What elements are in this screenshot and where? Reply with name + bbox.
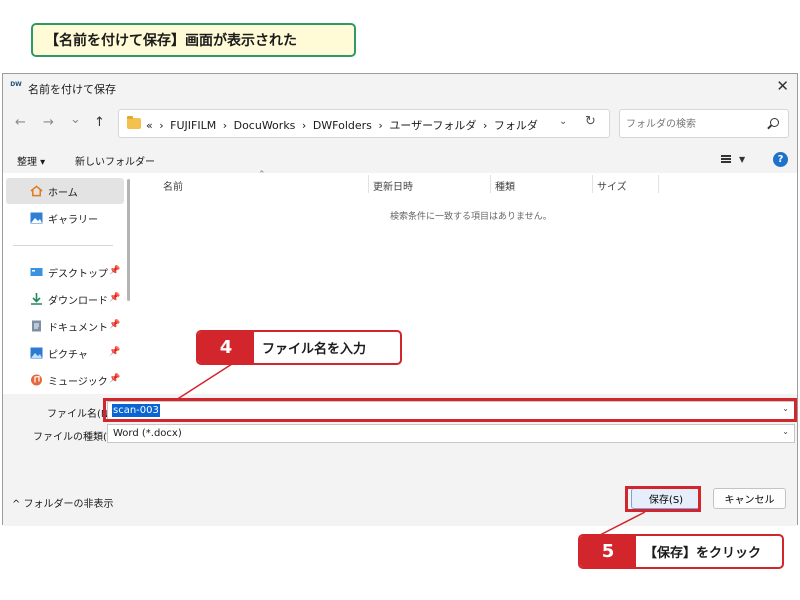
column-header-type[interactable]: 種類	[495, 178, 515, 193]
address-path[interactable]: « › FUJIFILM › DocuWorks › DWFolders › ユ…	[146, 117, 538, 133]
save-button[interactable]: 保存(S)	[631, 488, 701, 509]
column-divider[interactable]	[592, 175, 593, 193]
sidebar-item-label: ダウンロード	[48, 296, 108, 307]
column-header-modified[interactable]: 更新日時	[373, 178, 413, 193]
filename-dropdown-icon[interactable]: ⌄	[782, 404, 789, 413]
column-header-size[interactable]: サイズ	[597, 178, 627, 193]
breadcrumb-sep: ›	[378, 119, 383, 132]
gallery-icon	[30, 212, 43, 224]
search-icon[interactable]	[770, 118, 779, 127]
document-icon	[32, 320, 41, 332]
save-as-dialog: DW 名前を付けて保存 ✕ ← → ⌄ ↑ « › FUJIFILM › Doc…	[2, 73, 798, 526]
save-options-panel: ファイル名(N): scan-003 ⌄ ファイルの種類(T): Word (*…	[3, 394, 797, 526]
column-divider[interactable]	[490, 175, 491, 193]
folder-search-box[interactable]	[619, 109, 789, 138]
filetype-dropdown-icon[interactable]: ⌄	[782, 427, 789, 436]
music-icon	[31, 374, 42, 386]
column-header-name[interactable]: 名前	[163, 178, 183, 193]
new-folder-button[interactable]: 新しいフォルダー	[75, 153, 155, 168]
view-dropdown-icon[interactable]: ▼	[739, 155, 745, 164]
step-number: 4	[198, 332, 254, 363]
breadcrumb-sep: ›	[301, 119, 307, 132]
pin-icon[interactable]: 📌	[109, 293, 120, 303]
filetype-select[interactable]: Word (*.docx) ⌄	[107, 424, 795, 443]
filename-label: ファイル名(N):	[47, 409, 116, 420]
pin-icon[interactable]: 📌	[109, 320, 120, 330]
navigation-bar: ← → ⌄ ↑ « › FUJIFILM › DocuWorks › DWFol…	[3, 102, 797, 144]
sidebar-item-desktop[interactable]: デスクトップ 📌	[3, 259, 121, 285]
sort-ascending-icon: ⌃	[258, 170, 266, 180]
pin-icon[interactable]: 📌	[109, 266, 120, 276]
breadcrumb-fujifilm[interactable]: FUJIFILM	[170, 119, 216, 132]
step-text: ファイル名を入力	[262, 342, 367, 357]
breadcrumb-sep: ›	[222, 119, 228, 132]
breadcrumb-dwfolders[interactable]: DWFolders	[313, 119, 372, 132]
instruction-caption: 【名前を付けて保存】画面が表示された	[31, 23, 356, 57]
hide-folders-toggle[interactable]: ^ フォルダーの非表示	[12, 495, 114, 510]
sidebar-item-music[interactable]: ミュージック 📌	[3, 367, 121, 393]
desktop-icon	[30, 268, 43, 276]
step-text: 【保存】をクリック	[644, 546, 762, 561]
address-overflow[interactable]: «	[146, 119, 153, 132]
breadcrumb-user-folder[interactable]: ユーザーフォルダ	[389, 119, 476, 132]
filename-input-value[interactable]: scan-003	[112, 404, 160, 417]
filetype-value: Word (*.docx)	[113, 428, 182, 439]
address-dropdown-icon[interactable]: ⌄	[559, 116, 567, 127]
sidebar-item-label: ミュージック	[48, 377, 108, 388]
sidebar-item-label: デスクトップ	[48, 269, 108, 280]
pin-icon[interactable]: 📌	[109, 347, 120, 357]
picture-icon	[30, 347, 43, 359]
sidebar-item-label: ドキュメント	[48, 323, 108, 334]
breadcrumb-sep: ›	[159, 119, 164, 132]
sidebar-item-downloads[interactable]: ダウンロード 📌	[3, 286, 121, 312]
download-icon	[31, 293, 42, 305]
back-arrow-icon[interactable]: ←	[15, 115, 26, 130]
forward-arrow-icon[interactable]: →	[43, 115, 54, 130]
view-options-icon[interactable]	[721, 155, 731, 163]
recent-locations-chevron-icon[interactable]: ⌄	[70, 112, 81, 127]
step-5-callout: 5 【保存】をクリック	[578, 534, 784, 569]
column-divider[interactable]	[368, 175, 369, 193]
folder-icon	[127, 116, 141, 129]
sidebar-divider	[13, 245, 113, 246]
cancel-button[interactable]: キャンセル	[713, 488, 786, 509]
docuworks-app-icon: DW	[10, 81, 22, 88]
title-bar: DW 名前を付けて保存 ✕	[3, 74, 797, 102]
organize-menu[interactable]: 整理 ▾	[17, 153, 45, 168]
dialog-title: 名前を付けて保存	[28, 83, 116, 96]
filename-field[interactable]: scan-003 ⌄	[107, 401, 795, 420]
help-icon[interactable]: ?	[773, 152, 788, 167]
sidebar-item-label: ギャラリー	[48, 215, 98, 226]
sidebar-item-documents[interactable]: ドキュメント 📌	[3, 313, 121, 339]
navigation-pane: ホーム ギャラリー デスクトップ 📌 ダウンロード 📌 ドキュメント 📌 ピクチ…	[3, 173, 133, 394]
refresh-icon[interactable]: ↻	[585, 114, 596, 129]
sidebar-item-home[interactable]: ホーム	[6, 178, 124, 204]
up-arrow-icon[interactable]: ↑	[94, 115, 105, 130]
command-bar: 整理 ▾ 新しいフォルダー ▼ ?	[3, 148, 797, 172]
step-4-callout: 4 ファイル名を入力	[196, 330, 402, 365]
sidebar-scrollbar[interactable]	[127, 179, 130, 301]
pin-icon[interactable]: 📌	[109, 374, 120, 384]
breadcrumb-folder[interactable]: フォルダ	[494, 119, 538, 132]
sidebar-item-label: ホーム	[48, 188, 78, 199]
address-bar[interactable]: « › FUJIFILM › DocuWorks › DWFolders › ユ…	[118, 109, 610, 138]
sidebar-item-pictures[interactable]: ピクチャ 📌	[3, 340, 121, 366]
search-input[interactable]	[626, 115, 766, 133]
step-number: 5	[580, 536, 636, 567]
breadcrumb-sep: ›	[482, 119, 488, 132]
close-icon[interactable]: ✕	[776, 77, 789, 95]
sidebar-item-label: ピクチャ	[48, 350, 88, 361]
empty-list-message: 検索条件に一致する項目はありません。	[390, 212, 552, 222]
column-divider[interactable]	[658, 175, 659, 193]
breadcrumb-docuworks[interactable]: DocuWorks	[234, 119, 296, 132]
sidebar-item-gallery[interactable]: ギャラリー	[3, 205, 121, 231]
home-icon	[30, 185, 43, 197]
